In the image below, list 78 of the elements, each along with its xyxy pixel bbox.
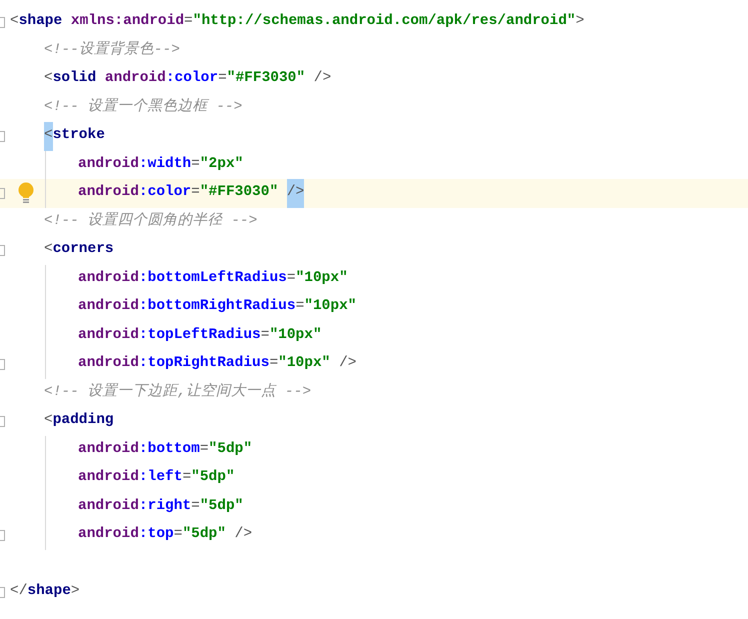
xml-punctuation: >: [576, 12, 584, 32]
attribute-name: :color: [138, 183, 192, 202]
attribute-name: :right: [138, 496, 192, 516]
attribute-namespace: android: [78, 468, 139, 488]
attribute-name: :topLeftRadius: [138, 326, 261, 345]
attribute-value: "http://schemas.android.com/apk/res/android": [192, 12, 576, 32]
fold-marker-icon[interactable]: [0, 130, 5, 142]
xml-tag: shape: [18, 8, 62, 36]
attribute-name: :bottom: [138, 440, 200, 459]
xml-punctuation: =: [260, 326, 270, 345]
xml-punctuation: =: [200, 440, 209, 459]
lightbulb-icon[interactable]: [18, 182, 34, 204]
code-comment: <!-- 设置一个黑色边框 -->: [44, 97, 242, 117]
xml-punctuation: =: [182, 468, 192, 488]
fold-marker-icon[interactable]: [0, 358, 5, 370]
attribute-namespace: android: [78, 268, 139, 288]
xml-punctuation: =: [191, 183, 200, 202]
attribute-value: "10px": [278, 354, 330, 374]
xml-tag: corners: [52, 236, 114, 264]
xml-tag: stroke: [52, 122, 105, 150]
attribute-namespace: android: [78, 154, 139, 174]
attribute-value: "10px": [296, 268, 348, 288]
attribute-value: "5dp": [208, 440, 252, 459]
fold-marker-icon[interactable]: [0, 188, 5, 199]
attribute-value: "10px": [269, 326, 322, 345]
xml-punctuation: =: [174, 525, 182, 544]
attribute-value: "#FF3030": [200, 183, 280, 202]
xml-punctuation: =: [191, 154, 200, 174]
xml-punctuation: =: [191, 496, 200, 516]
attribute-value: "2px": [200, 154, 244, 174]
attribute-name: :bottomLeftRadius: [138, 268, 287, 288]
attribute-value: "5dp": [182, 525, 226, 544]
attribute-namespace: android: [78, 326, 139, 345]
xml-punctuation: =: [296, 297, 304, 316]
xml-punctuation: <: [44, 240, 53, 260]
attribute-namespace: android: [78, 354, 139, 374]
xml-punctuation: <: [44, 69, 53, 88]
xml-tag: solid: [52, 65, 96, 94]
xml-punctuation: =: [286, 268, 296, 288]
attribute-value: "5dp": [191, 468, 235, 488]
xml-punctuation: =: [269, 354, 278, 374]
code-comment: <!--设置背景色-->: [44, 40, 180, 60]
code-comment: <!-- 设置一下边距,让空间大一点 -->: [44, 382, 312, 402]
attribute-namespace: android: [78, 297, 139, 316]
attribute-value: "10px": [304, 297, 356, 316]
fold-marker-icon[interactable]: [0, 530, 5, 541]
attribute-namespace: android: [78, 496, 139, 516]
xml-punctuation: />: [234, 525, 252, 544]
attribute-name: :top: [138, 525, 174, 544]
attribute-namespace: xmlns:android: [70, 12, 184, 32]
attribute-namespace: android: [78, 183, 139, 202]
attribute-value: "#FF3030": [226, 69, 306, 88]
xml-punctuation: =: [184, 12, 193, 32]
fold-marker-icon[interactable]: [0, 416, 5, 427]
xml-tag: shape: [27, 578, 71, 606]
attribute-namespace: android: [104, 69, 166, 88]
xml-punctuation: />: [286, 179, 304, 208]
attribute-name: :color: [166, 69, 218, 88]
xml-punctuation: <: [10, 12, 19, 32]
xml-punctuation: <: [44, 411, 53, 430]
fold-marker-icon[interactable]: [0, 244, 5, 256]
attribute-name: :bottomRightRadius: [138, 297, 296, 316]
fold-marker-icon[interactable]: [0, 586, 5, 598]
xml-punctuation: />: [338, 354, 356, 374]
xml-punctuation: >: [70, 582, 80, 602]
attribute-namespace: android: [78, 440, 139, 459]
attribute-name: :left: [138, 468, 182, 488]
xml-punctuation: />: [312, 69, 332, 88]
xml-punctuation: <: [44, 122, 53, 150]
xml-punctuation: =: [218, 69, 227, 88]
attribute-name: :width: [138, 154, 192, 174]
xml-tag: padding: [52, 407, 114, 436]
attribute-namespace: android: [78, 525, 139, 544]
fold-marker-icon[interactable]: [0, 16, 5, 28]
attribute-name: :topRightRadius: [138, 354, 270, 374]
attribute-value: "5dp": [200, 496, 244, 516]
xml-punctuation: </: [10, 582, 28, 602]
code-comment: <!-- 设置四个圆角的半径 -->: [44, 211, 258, 231]
